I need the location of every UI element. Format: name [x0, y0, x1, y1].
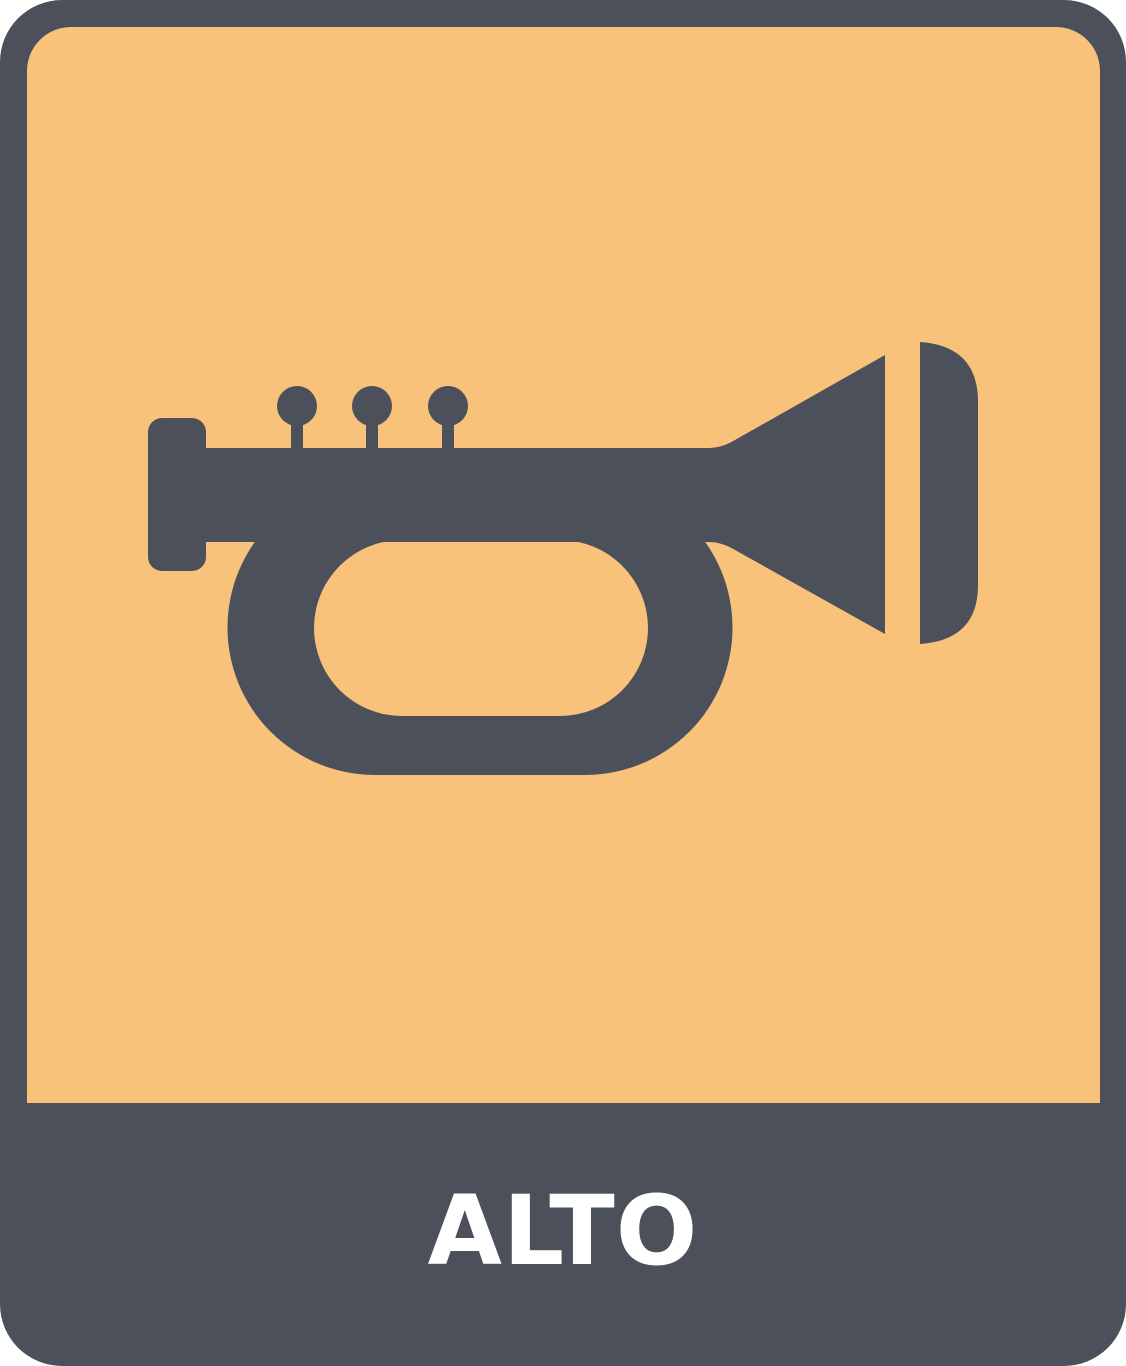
icon-label: ALTO	[427, 1175, 699, 1287]
icon-panel	[27, 27, 1100, 1103]
trumpet-icon	[27, 27, 1100, 1103]
label-bar: ALTO	[0, 1106, 1126, 1366]
icon-card: ALTO	[0, 0, 1126, 1366]
